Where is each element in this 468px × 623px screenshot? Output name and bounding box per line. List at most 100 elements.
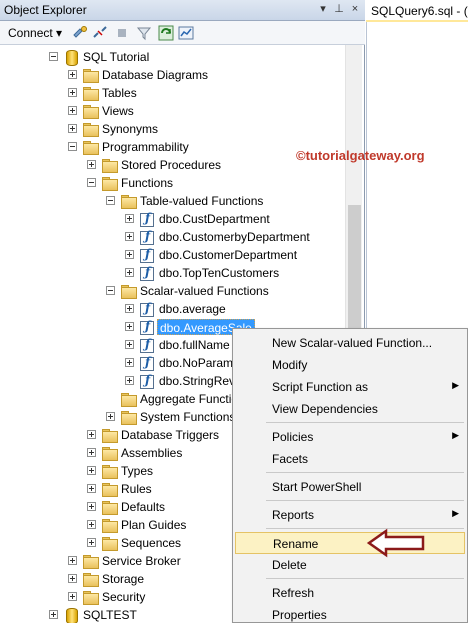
tree-node-label[interactable]: dbo.CustomerbyDepartment <box>157 229 312 245</box>
menu-item-properties[interactable]: Properties <box>235 604 465 623</box>
collapse-icon[interactable] <box>68 142 77 151</box>
connect-object-explorer-icon[interactable] <box>72 25 88 41</box>
menu-item-modify[interactable]: Modify <box>235 354 465 376</box>
tree-node-label[interactable]: Security <box>100 589 147 605</box>
tree-node-label[interactable]: dbo.StringRev <box>157 373 237 389</box>
tree-node-label[interactable]: Storage <box>100 571 146 587</box>
tree-node[interactable]: dbo.average <box>0 300 345 318</box>
refresh-icon[interactable] <box>158 25 174 41</box>
menu-item-rename[interactable]: Rename <box>235 532 465 554</box>
collapse-icon[interactable] <box>106 196 115 205</box>
filter-icon[interactable] <box>136 25 152 41</box>
tree-node-label[interactable]: Sequences <box>119 535 183 551</box>
tree-node[interactable]: Functions <box>0 174 345 192</box>
tree-node-label[interactable]: Programmability <box>100 139 191 155</box>
expand-icon[interactable] <box>125 250 134 259</box>
menu-item-facets[interactable]: Facets <box>235 448 465 470</box>
tree-node-label[interactable]: Defaults <box>119 499 167 515</box>
expand-icon[interactable] <box>68 574 77 583</box>
auto-hide-pin-icon[interactable]: ⊥ <box>332 2 346 16</box>
expand-icon[interactable] <box>87 448 96 457</box>
expand-icon[interactable] <box>125 232 134 241</box>
expand-icon[interactable] <box>87 484 96 493</box>
expand-icon[interactable] <box>125 322 134 331</box>
expand-icon[interactable] <box>87 466 96 475</box>
tree-node[interactable]: Views <box>0 102 345 120</box>
tree-node-label[interactable]: Assemblies <box>119 445 184 461</box>
tree-node-label[interactable]: System Functions <box>138 409 237 425</box>
tree-node-label[interactable]: Views <box>100 103 136 119</box>
menu-item-start-powershell[interactable]: Start PowerShell <box>235 476 465 498</box>
window-position-icon[interactable]: ▾ <box>316 2 330 16</box>
menu-item-script-function-as[interactable]: Script Function as ▶ <box>235 376 465 398</box>
menu-item-policies[interactable]: Policies ▶ <box>235 426 465 448</box>
tree-node-label[interactable]: Tables <box>100 85 139 101</box>
menu-item-new-scalar-valued-function[interactable]: New Scalar-valued Function... <box>235 332 465 354</box>
expand-icon[interactable] <box>87 520 96 529</box>
tree-node[interactable]: Programmability <box>0 138 345 156</box>
tree-node-label[interactable]: Functions <box>119 175 175 191</box>
expand-icon[interactable] <box>125 214 134 223</box>
tree-node-label[interactable]: dbo.CustomerDepartment <box>157 247 299 263</box>
expand-icon[interactable] <box>68 70 77 79</box>
tree-node[interactable]: Scalar-valued Functions <box>0 282 345 300</box>
tree-node-label[interactable]: Plan Guides <box>119 517 188 533</box>
tree-node-label[interactable]: Database Diagrams <box>100 67 210 83</box>
expand-icon[interactable] <box>125 340 134 349</box>
tree-node[interactable]: Table-valued Functions <box>0 192 345 210</box>
expand-icon[interactable] <box>125 268 134 277</box>
expand-icon[interactable] <box>68 556 77 565</box>
activity-monitor-icon[interactable] <box>178 25 194 41</box>
tree-node[interactable]: Stored Procedures <box>0 156 345 174</box>
tree-node[interactable]: SQL Tutorial <box>0 48 345 66</box>
expand-icon[interactable] <box>68 124 77 133</box>
expand-icon[interactable] <box>87 430 96 439</box>
tree-node-label[interactable]: dbo.CustDepartment <box>157 211 272 227</box>
menu-item-reports[interactable]: Reports ▶ <box>235 504 465 526</box>
expand-icon[interactable] <box>106 412 115 421</box>
tree-node-label[interactable]: Rules <box>119 481 154 497</box>
expand-icon[interactable] <box>125 304 134 313</box>
tree-node-label[interactable]: Table-valued Functions <box>138 193 265 209</box>
tree-node-label[interactable]: dbo.average <box>157 301 228 317</box>
menu-item-view-dependencies[interactable]: View Dependencies <box>235 398 465 420</box>
expand-icon[interactable] <box>125 376 134 385</box>
collapse-icon[interactable] <box>87 178 96 187</box>
tree-node[interactable]: dbo.CustomerDepartment <box>0 246 345 264</box>
tree-node[interactable]: dbo.TopTenCustomers <box>0 264 345 282</box>
tree-node-label[interactable]: dbo.NoParam <box>157 355 235 371</box>
expand-icon[interactable] <box>68 88 77 97</box>
connect-button[interactable]: Connect ▾ <box>5 24 65 42</box>
expand-icon[interactable] <box>125 358 134 367</box>
tree-node[interactable]: Database Diagrams <box>0 66 345 84</box>
expand-icon[interactable] <box>87 538 96 547</box>
tree-node-label[interactable]: dbo.fullName <box>157 337 232 353</box>
stop-icon[interactable] <box>114 25 130 41</box>
tree-node-label[interactable]: SQL Tutorial <box>81 49 151 65</box>
tree-node-label[interactable]: Service Broker <box>100 553 183 569</box>
tree-node-label[interactable]: Types <box>119 463 155 479</box>
collapse-icon[interactable] <box>106 286 115 295</box>
tree-node-label[interactable]: SQLTEST <box>81 607 139 623</box>
tree-node[interactable]: dbo.CustDepartment <box>0 210 345 228</box>
tree-node[interactable]: dbo.CustomerbyDepartment <box>0 228 345 246</box>
disconnect-icon[interactable] <box>92 25 108 41</box>
expand-icon[interactable] <box>87 502 96 511</box>
collapse-icon[interactable] <box>49 52 58 61</box>
close-icon[interactable]: × <box>348 2 362 16</box>
tree-node-label[interactable]: dbo.TopTenCustomers <box>157 265 281 281</box>
tree-node-label[interactable]: Database Triggers <box>119 427 221 443</box>
tree-node-label[interactable]: Stored Procedures <box>119 157 223 173</box>
folder-icon <box>82 553 99 569</box>
expand-icon[interactable] <box>49 610 58 619</box>
expand-icon[interactable] <box>68 106 77 115</box>
expand-icon[interactable] <box>87 160 96 169</box>
tab-sqlquery6[interactable]: SQLQuery6.sql - (l <box>366 0 468 22</box>
tree-node-label[interactable]: Synonyms <box>100 121 160 137</box>
menu-item-delete[interactable]: Delete <box>235 554 465 576</box>
expand-icon[interactable] <box>68 592 77 601</box>
tree-node-label[interactable]: Scalar-valued Functions <box>138 283 271 299</box>
menu-item-refresh[interactable]: Refresh <box>235 582 465 604</box>
tree-node[interactable]: Synonyms <box>0 120 345 138</box>
tree-node[interactable]: Tables <box>0 84 345 102</box>
